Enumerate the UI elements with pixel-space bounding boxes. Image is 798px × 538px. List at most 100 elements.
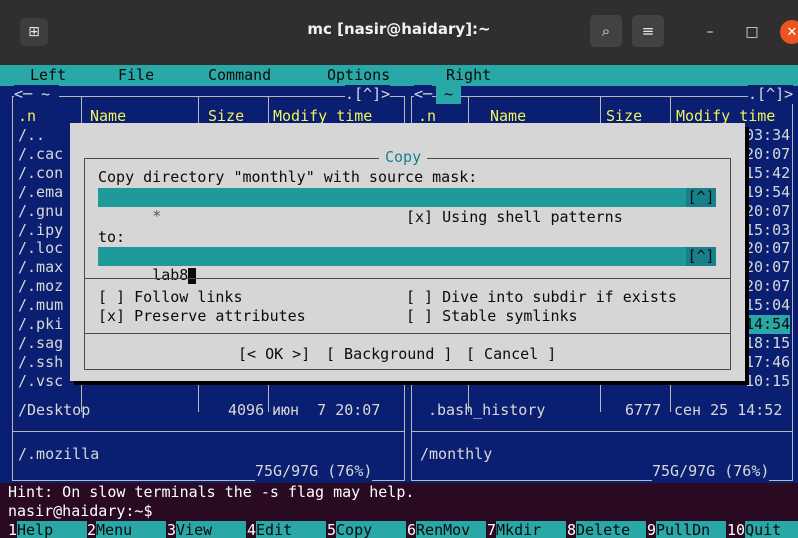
fkey-number: 3	[167, 521, 177, 538]
menu-command[interactable]: Command	[208, 66, 271, 85]
fkey-number: 5	[327, 521, 337, 538]
right-time-cell[interactable]: 20:07	[745, 239, 790, 258]
function-key-bar: 1Help 2Menu 3View 4Edit 5Copy 6RenMov 7Mkdir 8D…	[0, 521, 798, 538]
dialog-title: Copy	[379, 148, 428, 166]
menu-file[interactable]: File	[118, 66, 154, 85]
right-last-row-name[interactable]: .bash_history	[428, 401, 545, 420]
dive-into-subdir-checkbox[interactable]: [ ] Dive into subdir if exists	[406, 288, 677, 307]
fkey-menu-button[interactable]: 2Menu	[87, 521, 167, 538]
fkey-label: RenMov	[416, 521, 487, 538]
right-time-cell[interactable]: 20:07	[745, 258, 790, 277]
window-title: mc [nasir@haidary]:~	[307, 20, 491, 38]
right-panel-controls[interactable]: .[^]>	[748, 85, 794, 104]
left-last-row-size: 4096	[228, 401, 265, 419]
minimize-icon[interactable]: –	[700, 22, 720, 42]
source-mask-value: *	[152, 207, 162, 225]
left-file-entry[interactable]: /.ssh	[18, 353, 63, 372]
fkey-number: 6	[407, 521, 417, 538]
shell-prompt[interactable]: nasir@haidary:~$	[0, 502, 798, 521]
stable-symlinks-checkbox[interactable]: [ ] Stable symlinks	[406, 307, 578, 326]
fkey-copy-button[interactable]: 5Copy	[327, 521, 407, 538]
left-panel-nav[interactable]: <─ ~	[14, 85, 60, 104]
right-time-cell[interactable]: 18:15	[745, 334, 790, 353]
source-mask-label: Copy directory "monthly" with source mas…	[98, 168, 478, 186]
fkey-help-button[interactable]: 1Help	[8, 521, 88, 538]
destination-input[interactable]: lab8 [^]	[98, 247, 716, 284]
fkey-label: Copy	[336, 521, 407, 538]
text-cursor	[188, 267, 197, 284]
left-file-entry[interactable]: /.max	[18, 258, 63, 277]
source-history-button[interactable]: [^]	[686, 188, 716, 207]
left-header-n[interactable]: .n	[18, 107, 36, 126]
fkey-quit-button[interactable]: 10Quit	[727, 521, 798, 538]
fkey-mkdir-button[interactable]: 7Mkdir	[487, 521, 567, 538]
left-file-entry[interactable]: /.loc	[18, 239, 63, 258]
left-last-row-name[interactable]: /Desktop	[18, 401, 90, 420]
close-icon[interactable]: ✕	[780, 20, 798, 44]
left-file-entry[interactable]: /.moz	[18, 277, 63, 296]
right-time-cell[interactable]: 15:42	[745, 164, 790, 183]
fkey-number: 4	[247, 521, 257, 538]
to-label: to:	[98, 228, 126, 246]
source-mask-input[interactable]: * [^]	[98, 188, 716, 225]
fkey-number: 1	[8, 521, 18, 538]
right-time-cell[interactable]: 19:54	[745, 183, 790, 202]
fkey-number: 9	[647, 521, 657, 538]
right-time-cell[interactable]: 20:07	[745, 277, 790, 296]
fkey-edit-button[interactable]: 4Edit	[247, 521, 327, 538]
terminal-area: Left File Command Options Right <─ ~ .[^…	[0, 65, 798, 538]
fkey-number: 7	[487, 521, 497, 538]
cancel-button[interactable]: [ Cancel ]	[466, 345, 556, 364]
right-time-cell[interactable]: 15:03	[745, 221, 790, 240]
left-file-entry[interactable]: /.pki	[18, 315, 63, 334]
fkey-label: Mkdir	[496, 521, 567, 538]
left-file-entry[interactable]: /.sag	[18, 334, 63, 353]
left-file-entry[interactable]: /..	[18, 126, 45, 145]
left-file-entry[interactable]: /.ema	[18, 183, 63, 202]
fkey-pulldn-button[interactable]: 9PullDn	[647, 521, 727, 538]
left-file-entry[interactable]: /.mum	[18, 296, 63, 315]
preserve-attributes-checkbox[interactable]: [x] Preserve attributes	[98, 307, 306, 326]
fkey-label: Menu	[96, 521, 167, 538]
follow-links-checkbox[interactable]: [ ] Follow links	[98, 288, 243, 307]
right-time-cell[interactable]: 20:07	[745, 202, 790, 221]
right-time-cell[interactable]: 15:04	[745, 296, 790, 315]
menu-right[interactable]: Right	[446, 66, 491, 85]
mc-menubar: Left File Command Options Right	[0, 65, 798, 86]
search-icon[interactable]: ⌕	[590, 15, 622, 47]
right-time-cell[interactable]: 03:34	[745, 126, 790, 145]
maximize-icon[interactable]: □	[742, 22, 762, 42]
left-file-entry[interactable]: /.gnu	[18, 202, 63, 221]
fkey-number: 2	[87, 521, 97, 538]
left-file-entry[interactable]: /.vsc	[18, 372, 63, 391]
right-panel-nav[interactable]: <─	[414, 85, 433, 104]
right-time-cell[interactable]: 20:07	[745, 145, 790, 164]
fkey-delete-button[interactable]: 8Delete	[567, 521, 647, 538]
right-last-row-size: 6777	[625, 401, 662, 419]
left-info-line: /.mozilla	[18, 445, 100, 463]
left-file-entry[interactable]: /.con	[18, 164, 63, 183]
fkey-view-button[interactable]: 3View	[167, 521, 247, 538]
fkey-number: 8	[567, 521, 577, 538]
left-file-entry[interactable]: /.ipy	[18, 221, 63, 240]
menu-left[interactable]: Left	[30, 66, 66, 85]
left-file-entry[interactable]: /.cac	[18, 145, 63, 164]
hamburger-menu-icon[interactable]: ≡	[632, 15, 664, 47]
fkey-label: Help	[17, 521, 88, 538]
right-panel-path[interactable]: ~	[436, 85, 462, 104]
fkey-label: Edit	[256, 521, 327, 538]
fkey-renmov-button[interactable]: 6RenMov	[407, 521, 487, 538]
copy-dialog: Copy Copy directory "monthly" with sourc…	[70, 123, 745, 381]
ok-button[interactable]: [< OK >]	[238, 345, 310, 364]
menu-options[interactable]: Options	[327, 66, 390, 85]
background-button[interactable]: [ Background ]	[326, 345, 452, 364]
right-time-cell[interactable]: 10:15	[745, 372, 790, 391]
right-selected-time[interactable]: 14:54	[745, 315, 791, 334]
right-info-line: /monthly	[420, 445, 493, 463]
destination-history-button[interactable]: [^]	[686, 247, 716, 266]
right-time-cell[interactable]: 17:46	[745, 353, 790, 372]
fkey-label: View	[176, 521, 247, 538]
left-panel-controls[interactable]: .[^]>	[345, 85, 391, 104]
shell-patterns-checkbox[interactable]: [x] Using shell patterns	[406, 208, 623, 227]
hint-line: Hint: On slow terminals the -s flag may …	[0, 483, 798, 502]
